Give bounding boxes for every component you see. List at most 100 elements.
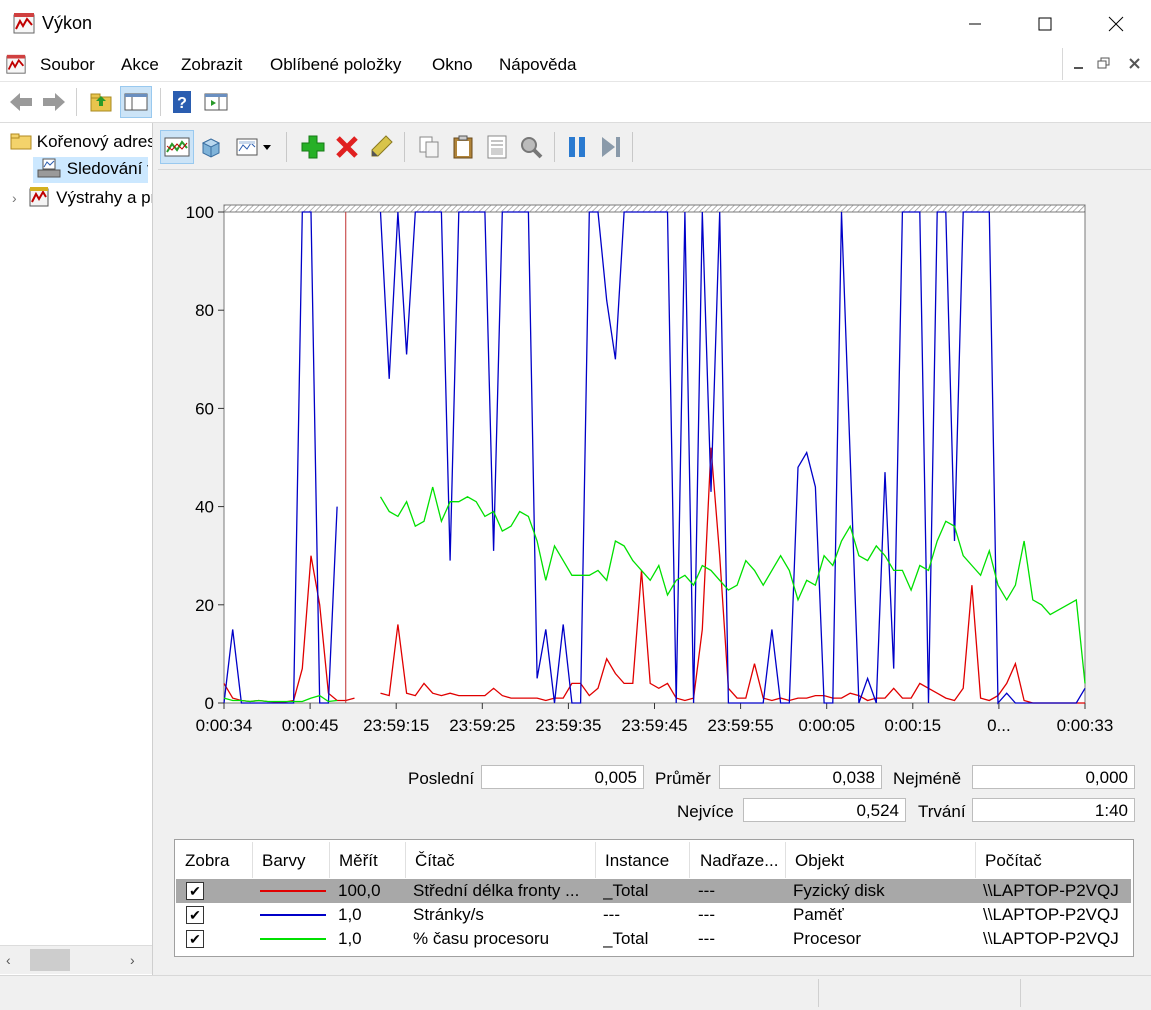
tree-item-performance-monitor[interactable]: Sledování výkonu — [33, 157, 148, 183]
alerts-icon — [29, 187, 49, 207]
update-data-button[interactable] — [594, 130, 628, 164]
y-tick-label: 40 — [195, 498, 214, 517]
color-swatch — [260, 938, 326, 940]
minimize-button[interactable] — [951, 0, 999, 47]
col-header-counter[interactable]: Čítač — [415, 851, 455, 871]
back-button[interactable] — [5, 86, 37, 118]
console-tree: Kořenový adresář Sledování výkonu › Výst… — [0, 123, 153, 975]
menu-bar: Soubor Akce Zobrazit Oblíbené položky Ok… — [0, 47, 1151, 82]
scroll-left-icon[interactable]: ‹ — [6, 952, 11, 968]
delete-counter-button[interactable] — [330, 130, 364, 164]
duration-value: 1:40 — [972, 798, 1135, 822]
color-swatch — [260, 890, 326, 892]
view-graph-button[interactable] — [160, 130, 194, 164]
maximize-button[interactable] — [1021, 0, 1069, 47]
main-toolbar: ? — [0, 82, 1151, 123]
col-header-parent[interactable]: Nadřaze... — [700, 851, 778, 871]
col-header-object[interactable]: Objekt — [795, 851, 844, 871]
show-checkbox[interactable]: ✔ — [186, 882, 204, 900]
properties-pane-button[interactable] — [200, 86, 232, 118]
maximize-icon — [1038, 17, 1052, 30]
menu-action[interactable]: Akce — [121, 55, 159, 75]
show-hide-tree-button[interactable] — [120, 86, 152, 118]
window-title: Výkon — [42, 13, 93, 33]
performance-app-icon — [13, 13, 35, 34]
scrollbar-thumb[interactable] — [30, 949, 70, 971]
col-header-instance[interactable]: Instance — [605, 851, 669, 871]
3d-cube-icon — [201, 138, 221, 158]
instance-cell: _Total — [603, 881, 649, 900]
y-tick-label: 60 — [195, 399, 214, 418]
tree-item-alerts[interactable]: › Výstrahy a protokoly výkonu — [12, 186, 152, 208]
x-tick-label: 0:00:15 — [884, 716, 941, 735]
plot-area — [223, 204, 1086, 704]
menu-favorites[interactable]: Oblíbené položky — [270, 55, 401, 75]
paste-counter-list-button[interactable] — [446, 130, 480, 164]
x-tick-label: 0... — [987, 716, 1011, 735]
x-tick-label: 0:00:34 — [196, 716, 253, 735]
tree-horizontal-scrollbar[interactable]: ‹ › — [0, 945, 152, 974]
col-header-show[interactable]: Zobra — [185, 851, 229, 871]
scale-cell: 1,0 — [338, 905, 362, 924]
tree-item-label: Kořenový adresář — [36, 132, 152, 151]
up-folder-button[interactable] — [85, 86, 117, 118]
zoom-button[interactable] — [514, 130, 548, 164]
close-button[interactable] — [1092, 0, 1140, 47]
tree-item-label: Výstrahy a protokoly výkonu — [56, 188, 152, 207]
x-tick-label: 23:59:25 — [449, 716, 515, 735]
y-tick-label: 80 — [195, 301, 214, 320]
change-graph-type-button[interactable] — [230, 130, 278, 164]
folder-up-icon — [90, 93, 112, 112]
legend-row[interactable]: ✔ 1,0 Stránky/s --- --- Paměť \\LAPTOP-P… — [176, 903, 1131, 927]
forward-button[interactable] — [38, 86, 70, 118]
mdi-controls — [1062, 48, 1151, 80]
close-icon — [1129, 58, 1140, 69]
mdi-restore-button[interactable] — [1097, 56, 1117, 72]
help-button[interactable]: ? — [166, 86, 198, 118]
mmc-icon — [6, 54, 26, 74]
maximum-value: 0,524 — [743, 798, 906, 822]
col-header-color[interactable]: Barvy — [262, 851, 305, 871]
freeze-display-button[interactable] — [560, 130, 594, 164]
show-checkbox[interactable]: ✔ — [186, 930, 204, 948]
computer-cell: \\LAPTOP-P2VQJ — [983, 905, 1119, 924]
plus-icon — [301, 135, 325, 159]
scale-cell: 100,0 — [338, 881, 381, 900]
menu-file[interactable]: Soubor — [40, 55, 95, 75]
color-swatch — [260, 914, 326, 916]
tree-item-root[interactable]: Kořenový adresář — [10, 132, 152, 152]
legend-row[interactable]: ✔ 1,0 % času procesoru _Total --- Proces… — [176, 927, 1131, 951]
legend-row[interactable]: ✔ 100,0 Střední délka fronty ... _Total … — [176, 879, 1131, 903]
instance-cell: --- — [603, 905, 620, 924]
parent-cell: --- — [698, 929, 715, 948]
mdi-close-button[interactable] — [1127, 56, 1147, 72]
instance-cell: _Total — [603, 929, 649, 948]
x-tick-label: 23:59:45 — [621, 716, 687, 735]
mdi-minimize-button[interactable] — [1069, 56, 1089, 72]
menu-view[interactable]: Zobrazit — [181, 55, 242, 75]
properties-button[interactable] — [480, 130, 514, 164]
menu-help[interactable]: Nápověda — [499, 55, 577, 75]
col-header-scale[interactable]: Měřít — [339, 851, 378, 871]
copy-properties-button[interactable] — [412, 130, 446, 164]
chevron-right-icon[interactable]: › — [12, 190, 17, 206]
x-tick-label: 0:00:33 — [1057, 716, 1114, 735]
folder-icon — [10, 133, 32, 150]
counter-cell: Střední délka fronty ... — [413, 881, 580, 900]
arrow-left-icon — [10, 93, 32, 111]
title-bar: Výkon — [0, 0, 1151, 47]
menu-window[interactable]: Okno — [432, 55, 473, 75]
col-header-computer[interactable]: Počítač — [985, 851, 1042, 871]
parent-cell: --- — [698, 881, 715, 900]
highlight-button[interactable] — [364, 130, 398, 164]
view-histogram-button[interactable] — [194, 130, 228, 164]
copy-icon — [419, 136, 439, 158]
average-label: Průměr — [655, 769, 711, 788]
arrow-right-icon — [43, 93, 65, 111]
add-counter-button[interactable] — [296, 130, 330, 164]
x-tick-label: 0:00:05 — [798, 716, 855, 735]
minimize-icon — [1074, 67, 1083, 69]
scroll-right-icon[interactable]: › — [130, 952, 135, 968]
show-checkbox[interactable]: ✔ — [186, 906, 204, 924]
scale-cell: 1,0 — [338, 929, 362, 948]
